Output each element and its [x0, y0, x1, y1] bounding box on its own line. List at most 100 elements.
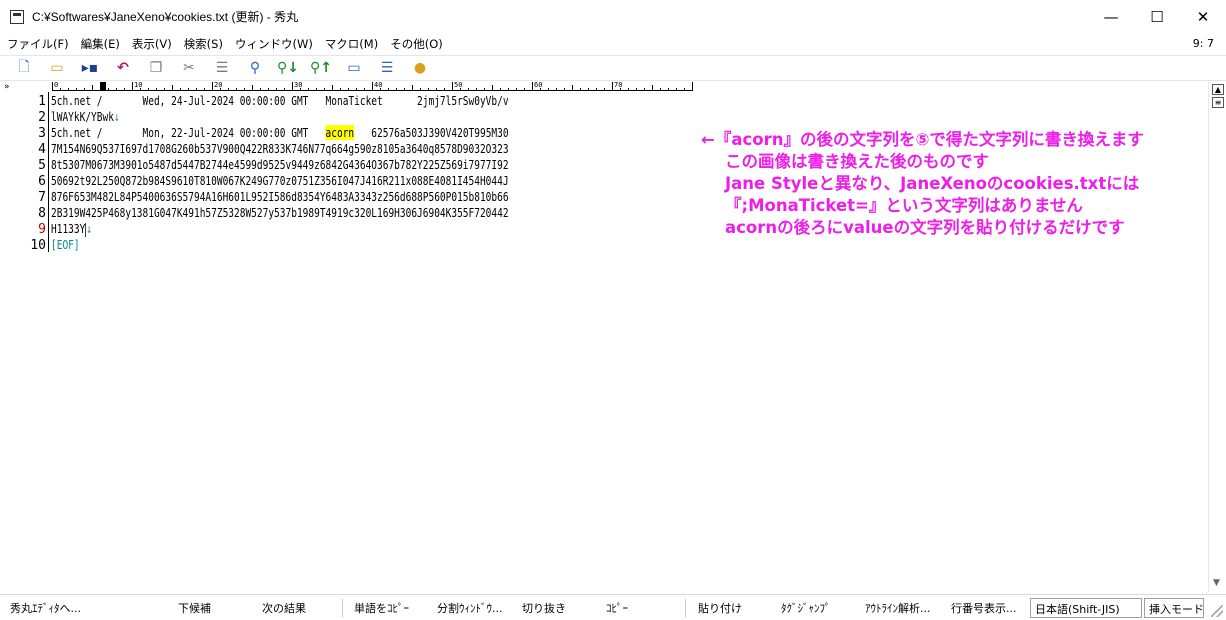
ruler-label: 60 — [534, 81, 543, 89]
line-text: lWAYkK/YBwk — [51, 109, 114, 124]
ruler-tick — [92, 85, 93, 91]
ruler-tick — [580, 88, 581, 91]
text-line[interactable]: 1 5ch.net / Wed, 24-Jul-2024 00:00:00 GMT… — [0, 93, 653, 109]
status-cut[interactable]: 切り抜き — [522, 600, 566, 616]
text-line[interactable]: 3 5ch.net / Mon, 22-Jul-2024 00:00:00 GMT… — [0, 125, 653, 141]
paste-icon[interactable]: ☰ — [210, 58, 234, 78]
ruler-tick — [268, 88, 269, 91]
find-prev-icon[interactable]: ⚲↑ — [309, 58, 333, 78]
title-bar: C:¥Softwares¥JaneXeno¥cookies.txt (更新) -… — [0, 0, 1226, 33]
ruler-tick — [684, 88, 685, 91]
text-lines[interactable]: 1 5ch.net / Wed, 24-Jul-2024 00:00:00 GMT… — [0, 93, 653, 253]
close-button[interactable]: ✕ — [1180, 0, 1226, 33]
line-number-current: 9 — [38, 222, 46, 237]
maximize-button[interactable]: ☐ — [1134, 0, 1180, 33]
ruler-tick — [76, 88, 77, 91]
cut-icon[interactable]: ✂ — [177, 58, 201, 78]
line-text: 5ch.net / Wed, 24-Jul-2024 00:00:00 GMT … — [51, 93, 509, 108]
annotation-line-2: この画像は書き換えた後のものです — [725, 152, 989, 171]
new-file-icon[interactable]: 🗋 — [12, 58, 36, 78]
status-next-candidate[interactable]: 下候補 — [178, 600, 211, 616]
find-next-icon[interactable]: ⚲↓ — [276, 58, 300, 78]
ruler-tick — [52, 82, 53, 91]
menu-other[interactable]: その他(O) — [384, 36, 449, 52]
ruler-tick — [236, 88, 237, 91]
ruler-tick — [116, 88, 117, 91]
text-line[interactable]: 5 8t5307M0673M3901o5487d5447B2744e4599d95… — [0, 157, 653, 173]
eof-marker: [EOF] — [51, 237, 80, 252]
menu-macro[interactable]: マクロ(M) — [319, 36, 384, 52]
ruler-tick — [324, 88, 325, 91]
ruler-tick — [356, 88, 357, 91]
ruler-tick — [388, 88, 389, 91]
scroll-top-icon[interactable]: ▲ — [1212, 84, 1224, 95]
annotation-line-5: acornの後ろにvalueの文字列を貼り付けるだけです — [725, 218, 1125, 237]
status-paste[interactable]: 貼り付け — [698, 600, 742, 616]
menu-view[interactable]: 表示(V) — [126, 36, 178, 52]
ruler-tick — [148, 88, 149, 91]
menu-window[interactable]: ウィンドウ(W) — [229, 36, 319, 52]
ruler-tick — [84, 88, 85, 91]
ruler-tick — [628, 88, 629, 91]
text-line-current[interactable]: 9 H1133Y↓ — [0, 221, 653, 237]
insert-mode-indicator[interactable]: 挿入モード — [1144, 598, 1204, 618]
status-outline[interactable]: ｱｳﾄﾗｲﾝ解析... — [865, 600, 931, 616]
undo-icon[interactable]: ↶ — [111, 58, 135, 78]
menu-file[interactable]: ファイル(F) — [0, 36, 75, 52]
encoding-indicator[interactable]: 日本語(Shift-JIS) — [1030, 598, 1142, 618]
window-title: C:¥Softwares¥JaneXeno¥cookies.txt (更新) -… — [32, 10, 299, 24]
split-handle-icon[interactable]: ≡ — [1212, 97, 1224, 108]
hidemaru-app-icon[interactable] — [10, 9, 24, 24]
ruler-tick — [556, 88, 557, 91]
split-icon[interactable]: ☰ — [375, 58, 399, 78]
ruler-tick — [228, 88, 229, 91]
ruler-tick — [476, 88, 477, 91]
window-icon[interactable]: ▭ — [342, 58, 366, 78]
resize-grip[interactable] — [1211, 605, 1223, 617]
ruler-tick — [412, 85, 413, 91]
minimize-button[interactable]: — — [1088, 0, 1134, 33]
ruler-tick — [244, 88, 245, 91]
search-icon[interactable]: ⚲ — [243, 58, 267, 78]
ruler-tick — [108, 88, 109, 91]
menu-edit[interactable]: 編集(E) — [75, 36, 126, 52]
line-number: 2 — [38, 110, 46, 125]
status-split-window[interactable]: 分割ｳｨﾝﾄﾞｳ... — [437, 600, 503, 616]
ruler-tick — [564, 88, 565, 91]
ruler-tick — [396, 88, 397, 91]
text-line[interactable]: 8 2B319W425P468y1381G047K491h57Z5328W527y… — [0, 205, 653, 221]
text-line[interactable]: 7 876F653M482L84P5400636S5794A16H601L952I… — [0, 189, 653, 205]
status-line-number[interactable]: 行番号表示... — [951, 600, 1017, 616]
status-copy[interactable]: ｺﾋﾟｰ — [606, 600, 628, 616]
ruler-tick — [500, 88, 501, 91]
ruler-tick — [348, 88, 349, 91]
line-text-after: 62576a503J390V420T995M30 — [354, 125, 509, 140]
open-folder-icon[interactable]: ▭ — [45, 58, 69, 78]
status-next-result[interactable]: 次の結果 — [262, 600, 306, 616]
text-line[interactable]: 6 50692t92L250Q872b984S9610T810W067K249G7… — [0, 173, 653, 189]
ruler-label: 50 — [454, 81, 463, 89]
status-tag-jump[interactable]: ﾀｸﾞｼﾞｬﾝﾌﾟ — [781, 600, 831, 616]
line-text: 50692t92L250Q872b984S9610T810W067K249G77… — [51, 173, 509, 188]
ruler-tick — [332, 85, 333, 91]
ruler-tick — [660, 88, 661, 91]
text-line[interactable]: 4 7M154N69Q537I697d1708G260b537V900Q422R8… — [0, 141, 653, 157]
menu-search[interactable]: 検索(S) — [178, 36, 229, 52]
macro-icon[interactable]: ● — [408, 58, 432, 78]
line-number: 5 — [38, 158, 46, 173]
status-copy-word[interactable]: 単語をｺﾋﾟｰ — [354, 600, 409, 616]
ruler-tick — [100, 88, 101, 91]
text-line[interactable]: 2 lWAYkK/YBwk↓ — [0, 109, 653, 125]
save-icon[interactable]: ▸▪ — [78, 58, 102, 78]
ruler-tick — [204, 88, 205, 91]
status-hidemaru-editor[interactable]: 秀丸ｴﾃﾞｨﾀへ... — [10, 600, 81, 616]
line-number: 8 — [38, 206, 46, 221]
text-line[interactable]: 10 [EOF] — [0, 237, 653, 253]
ruler-tick — [692, 82, 693, 91]
vertical-scrollbar[interactable]: ▲ ≡ ▼ — [1208, 82, 1226, 592]
editor-area[interactable]: » 0 10 20 30 40 50 60 70 1 5ch.net / Wed, 24-Jul… — [0, 81, 1226, 592]
copy-icon[interactable]: ❐ — [144, 58, 168, 78]
line-text: 876F653M482L84P5400636S5794A16H601L952I5… — [51, 189, 509, 204]
scroll-down-icon[interactable]: ▼ — [1213, 578, 1220, 588]
ruler-tick — [180, 88, 181, 91]
